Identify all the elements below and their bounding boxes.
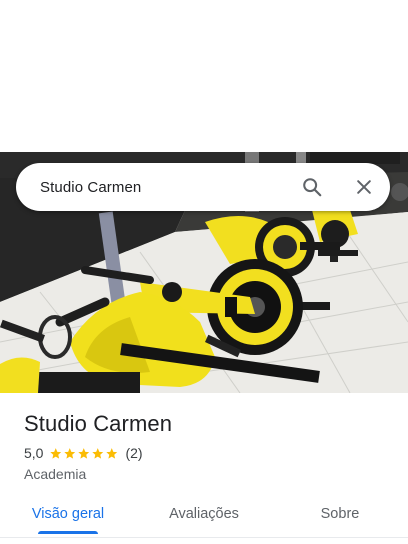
- star-icon: [92, 447, 104, 459]
- search-bar[interactable]: Studio Carmen: [16, 163, 390, 211]
- star-icon: [78, 447, 90, 459]
- place-category[interactable]: Academia: [24, 466, 86, 482]
- place-page: Studio Carmen Studio Carmen 5,0 (2) Acad…: [0, 0, 408, 544]
- tab-overview[interactable]: Visão geral: [0, 496, 136, 534]
- search-input[interactable]: Studio Carmen: [16, 179, 292, 196]
- tab-label: Avaliações: [169, 506, 239, 522]
- tabs-divider: [0, 537, 408, 538]
- clear-search-button[interactable]: [344, 167, 384, 207]
- tab-about[interactable]: Sobre: [272, 496, 408, 532]
- close-icon: [357, 180, 371, 194]
- tab-label: Sobre: [320, 506, 360, 522]
- search-button[interactable]: [292, 167, 332, 207]
- star-icon: [64, 447, 76, 459]
- star-icon: [106, 447, 118, 459]
- rating-stars: [49, 447, 119, 460]
- rating-row[interactable]: 5,0 (2): [24, 445, 143, 461]
- rating-value: 5,0: [24, 445, 44, 461]
- review-count[interactable]: (2): [125, 445, 142, 461]
- tab-label: Visão geral: [31, 506, 105, 522]
- search-icon: [303, 178, 322, 197]
- active-tab-indicator: [38, 531, 98, 534]
- star-icon: [50, 447, 62, 459]
- tab-reviews[interactable]: Avaliações: [136, 496, 272, 532]
- place-title: Studio Carmen: [24, 411, 173, 436]
